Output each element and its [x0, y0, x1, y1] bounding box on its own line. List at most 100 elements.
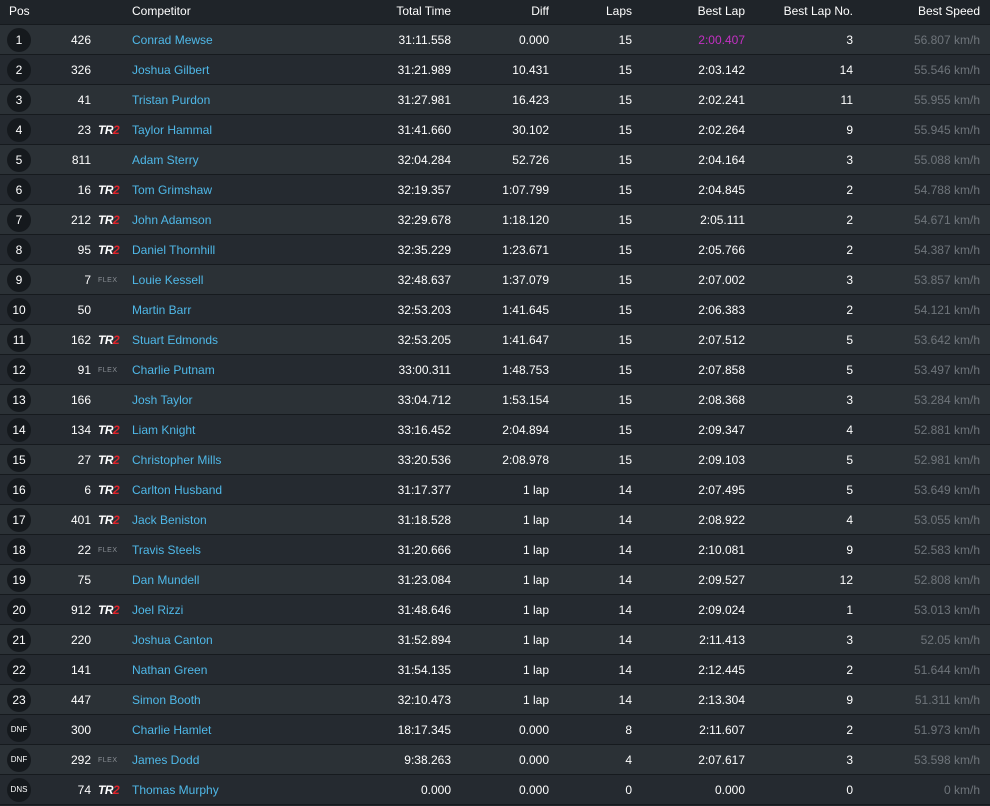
position-cell: 17: [5, 505, 33, 535]
position-cell: 6: [5, 175, 33, 205]
header-best-speed[interactable]: Best Speed: [860, 0, 980, 22]
best-speed: 53.497 km/h: [913, 363, 980, 377]
flex-class-label: FLEX: [98, 276, 118, 284]
header-competitor[interactable]: Competitor: [132, 0, 191, 22]
competitor-name-link[interactable]: Travis Steels: [132, 535, 201, 565]
best-lap-number: 9: [846, 693, 853, 707]
best-speed: 55.546 km/h: [913, 63, 980, 77]
total-time: 0.000: [420, 783, 451, 797]
competitor-name-link[interactable]: James Dodd: [132, 745, 199, 775]
position-badge: 7: [7, 207, 31, 232]
position-badge: DNS: [7, 777, 31, 802]
tr2-logo-two: 2: [113, 243, 120, 257]
class-cell: FLEX: [98, 535, 126, 566]
competitor-name-link[interactable]: Nathan Green: [132, 655, 207, 685]
laps: 15: [618, 63, 632, 77]
diff: 16.423: [512, 93, 549, 107]
competitor-name-link[interactable]: Christopher Mills: [132, 445, 221, 475]
competitor-name-link[interactable]: Liam Knight: [132, 415, 195, 445]
total-time: 32:29.678: [397, 213, 451, 227]
laps: 14: [618, 693, 632, 707]
best-lap: 2:08.922: [698, 513, 745, 527]
laps: 14: [618, 633, 632, 647]
competitor-name-link[interactable]: Charlie Putnam: [132, 355, 215, 385]
best-speed: 51.311 km/h: [914, 693, 980, 707]
competitor-name-link[interactable]: Stuart Edmonds: [132, 325, 218, 355]
competitor-name-link[interactable]: Adam Sterry: [132, 145, 199, 175]
class-cell: TR2: [98, 115, 126, 145]
competitor-name-link[interactable]: John Adamson: [132, 205, 211, 235]
position-cell: 11: [5, 325, 33, 355]
laps: 15: [618, 93, 632, 107]
best-speed: 54.387 km/h: [913, 243, 980, 257]
race-number: 326: [70, 63, 91, 77]
position-badge: 17: [7, 507, 31, 532]
competitor-name-link[interactable]: Joshua Gilbert: [132, 55, 209, 85]
race-number: 166: [70, 393, 91, 407]
best-lap-number: 3: [846, 753, 853, 767]
total-time: 31:23.084: [397, 573, 451, 587]
competitor-name-link[interactable]: Martin Barr: [132, 295, 191, 325]
competitor-name-link[interactable]: Joel Rizzi: [132, 595, 183, 625]
table-row: 13 166 Josh Taylor 33:04.712 1:53.154 15 2:08.…: [0, 385, 990, 415]
class-cell: TR2: [98, 175, 126, 205]
header-best-lap-no[interactable]: Best Lap No.: [750, 0, 853, 22]
position-cell: 20: [5, 595, 33, 625]
competitor-name-link[interactable]: Joshua Canton: [132, 625, 213, 655]
competitor-name-link[interactable]: Charlie Hamlet: [132, 715, 211, 745]
table-row: 3 41 Tristan Purdon 31:27.981 16.423 15 2:02.2…: [0, 85, 990, 115]
laps: 15: [618, 183, 632, 197]
total-time: 31:11.558: [398, 33, 452, 47]
best-lap-number: 9: [846, 543, 853, 557]
best-lap: 2:04.164: [698, 153, 745, 167]
tr2-class-logo: TR2: [98, 483, 120, 497]
header-total-time[interactable]: Total Time: [330, 0, 451, 22]
header-best-lap[interactable]: Best Lap: [640, 0, 745, 22]
position-cell: 15: [5, 445, 33, 475]
header-diff[interactable]: Diff: [450, 0, 549, 22]
class-cell: TR2: [98, 235, 126, 265]
tr2-logo-two: 2: [113, 123, 120, 137]
laps: 15: [618, 303, 632, 317]
best-lap-number: 2: [846, 663, 853, 677]
position-cell: 5: [5, 145, 33, 175]
competitor-name-link[interactable]: Dan Mundell: [132, 565, 199, 595]
race-number: 141: [70, 663, 91, 677]
header-laps[interactable]: Laps: [560, 0, 632, 22]
competitor-name-link[interactable]: Louie Kessell: [132, 265, 203, 295]
competitor-name-link[interactable]: Tristan Purdon: [132, 85, 210, 115]
results-table: Pos Competitor Total Time Diff Laps Best…: [0, 0, 990, 805]
competitor-name-link[interactable]: Taylor Hammal: [132, 115, 212, 145]
table-row: 10 50 Martin Barr 32:53.203 1:41.645 15 2:06.3…: [0, 295, 990, 325]
competitor-name-link[interactable]: Daniel Thornhill: [132, 235, 215, 265]
table-row: 16 6 TR2 Carlton Husband 31:17.377 1 lap 14 2:0…: [0, 475, 990, 505]
total-time: 31:27.981: [397, 93, 451, 107]
diff: 1 lap: [522, 663, 549, 677]
tr2-class-logo: TR2: [98, 243, 120, 257]
competitor-name-link[interactable]: Thomas Murphy: [132, 775, 219, 805]
competitor-name-link[interactable]: Simon Booth: [132, 685, 201, 715]
tr2-logo-two: 2: [113, 183, 120, 197]
best-lap: 2:07.858: [698, 363, 745, 377]
total-time: 31:48.646: [397, 603, 451, 617]
position-cell: 7: [5, 205, 33, 235]
total-time: 33:20.536: [397, 453, 451, 467]
race-number: 16: [77, 183, 91, 197]
competitor-name-link[interactable]: Jack Beniston: [132, 505, 207, 535]
header-pos[interactable]: Pos: [9, 0, 30, 22]
best-lap-number: 3: [846, 153, 853, 167]
competitor-name-link[interactable]: Conrad Mewse: [132, 25, 213, 55]
competitor-name-link[interactable]: Carlton Husband: [132, 475, 222, 505]
best-lap-number: 3: [846, 273, 853, 287]
competitor-name-link[interactable]: Josh Taylor: [132, 385, 192, 415]
competitor-name-link[interactable]: Tom Grimshaw: [132, 175, 212, 205]
best-lap-number: 2: [846, 303, 853, 317]
table-row: 11 162 TR2 Stuart Edmonds 32:53.205 1:41.647 1…: [0, 325, 990, 355]
race-number: 292: [70, 753, 91, 767]
table-row: 2 326 Joshua Gilbert 31:21.989 10.431 15 2:03.…: [0, 55, 990, 85]
total-time: 31:52.894: [397, 633, 451, 647]
class-cell: TR2: [98, 205, 126, 235]
race-number: 401: [70, 513, 91, 527]
best-lap-number: 1: [846, 603, 853, 617]
position-badge: 18: [7, 537, 31, 562]
